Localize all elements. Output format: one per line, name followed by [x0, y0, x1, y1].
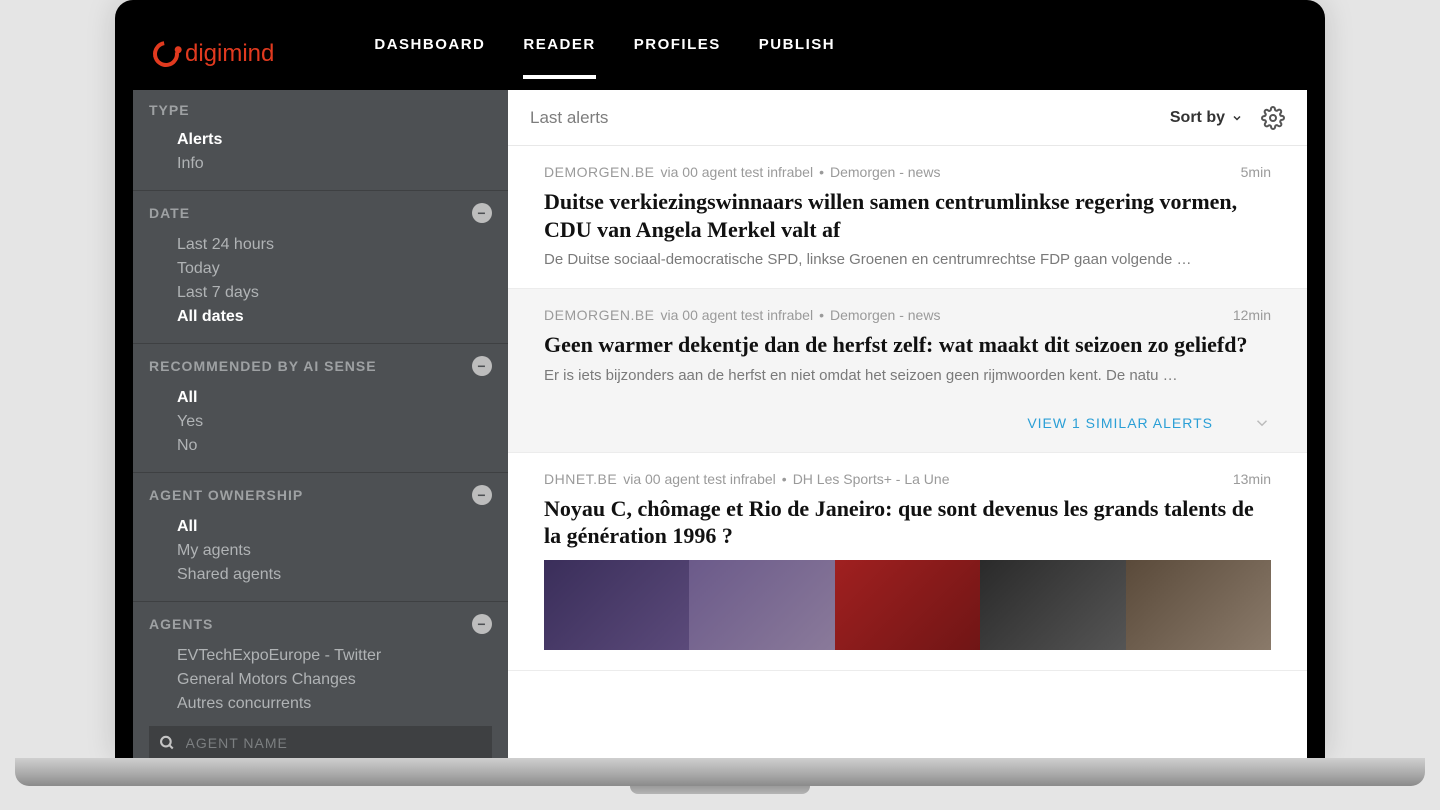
section-ai: RECOMMENDED BY AI SENSE − All Yes No [133, 344, 508, 473]
main-header: Last alerts Sort by [508, 90, 1307, 146]
article-timestamp: 12min [1233, 307, 1271, 323]
article-source: DHNET.BE [544, 471, 617, 487]
gear-icon[interactable] [1261, 106, 1285, 130]
filter-ai-no[interactable]: No [149, 434, 492, 458]
section-header-ownership: AGENT OWNERSHIP − [149, 485, 492, 505]
filter-date-today[interactable]: Today [149, 257, 492, 281]
image-placeholder [835, 560, 980, 650]
filter-type-alerts[interactable]: Alerts [149, 128, 492, 152]
nav-dashboard[interactable]: DASHBOARD [374, 36, 485, 73]
collapse-icon[interactable]: − [472, 614, 492, 634]
collapse-icon[interactable]: − [472, 485, 492, 505]
filter-date-all[interactable]: All dates [149, 305, 492, 329]
body-area: TYPE Alerts Info DATE − Last 24 hours To… [133, 90, 1307, 758]
similar-row: VIEW 1 SIMILAR ALERTS [544, 414, 1271, 432]
article-timestamp: 13min [1233, 471, 1271, 487]
laptop-frame: digimind DASHBOARD READER PROFILES PUBLI… [115, 0, 1325, 758]
section-title: AGENTS [149, 616, 213, 632]
article-category: Demorgen - news [830, 164, 941, 180]
article-source: DEMORGEN.BE [544, 307, 655, 323]
section-title: RECOMMENDED BY AI SENSE [149, 358, 377, 374]
section-header-date: DATE − [149, 203, 492, 223]
article-meta: DEMORGEN.BE via 00 agent test infrabel •… [544, 164, 1271, 180]
main-content: Last alerts Sort by [508, 90, 1307, 758]
article-card[interactable]: DHNET.BE via 00 agent test infrabel • DH… [508, 453, 1307, 671]
brand-name: digimind [185, 40, 274, 68]
article-via: via 00 agent test infrabel [623, 471, 776, 487]
agent-search-input[interactable] [186, 735, 482, 751]
laptop-base [15, 758, 1425, 786]
article-source: DEMORGEN.BE [544, 164, 655, 180]
view-similar-link[interactable]: VIEW 1 SIMILAR ALERTS [1027, 415, 1213, 431]
section-header-ai: RECOMMENDED BY AI SENSE − [149, 356, 492, 376]
search-icon [159, 734, 176, 752]
top-nav: digimind DASHBOARD READER PROFILES PUBLI… [133, 18, 1307, 90]
section-title: TYPE [149, 102, 190, 118]
brand-logo[interactable]: digimind [153, 40, 274, 68]
section-header-agents: AGENTS − [149, 614, 492, 634]
filter-type-info[interactable]: Info [149, 152, 492, 176]
article-card[interactable]: DEMORGEN.BE via 00 agent test infrabel •… [508, 146, 1307, 289]
nav-profiles[interactable]: PROFILES [634, 36, 721, 73]
sort-dropdown[interactable]: Sort by [1170, 109, 1243, 127]
agent-search [149, 726, 492, 758]
agent-item-gm[interactable]: General Motors Changes [149, 668, 492, 692]
filter-ai-all[interactable]: All [149, 386, 492, 410]
separator-dot: • [819, 164, 824, 180]
article-title: Noyau C, chômage et Rio de Janeiro: que … [544, 495, 1271, 550]
article-excerpt: Er is iets bijzonders aan de herfst en n… [544, 367, 1271, 384]
article-title: Geen warmer dekentje dan de herfst zelf:… [544, 331, 1271, 359]
separator-dot: • [819, 307, 824, 323]
article-meta: DEMORGEN.BE via 00 agent test infrabel •… [544, 307, 1271, 323]
sidebar: TYPE Alerts Info DATE − Last 24 hours To… [133, 90, 508, 758]
article-category: DH Les Sports+ - La Une [793, 471, 950, 487]
article-meta: DHNET.BE via 00 agent test infrabel • DH… [544, 471, 1271, 487]
filter-ai-yes[interactable]: Yes [149, 410, 492, 434]
filter-ownership-my[interactable]: My agents [149, 539, 492, 563]
separator-dot: • [782, 471, 787, 487]
article-timestamp: 5min [1241, 164, 1271, 180]
section-header-type: TYPE [149, 102, 492, 118]
article-via: via 00 agent test infrabel [661, 307, 814, 323]
article-excerpt: De Duitse sociaal-democratische SPD, lin… [544, 251, 1271, 268]
collapse-icon[interactable]: − [472, 203, 492, 223]
article-card[interactable]: DEMORGEN.BE via 00 agent test infrabel •… [508, 289, 1307, 453]
article-list: DEMORGEN.BE via 00 agent test infrabel •… [508, 146, 1307, 758]
header-actions: Sort by [1170, 106, 1285, 130]
image-placeholder [1126, 560, 1271, 650]
nav-reader[interactable]: READER [523, 36, 595, 73]
section-ownership: AGENT OWNERSHIP − All My agents Shared a… [133, 473, 508, 602]
image-placeholder [689, 560, 834, 650]
agent-item-evtech[interactable]: EVTechExpoEurope - Twitter [149, 644, 492, 668]
article-category: Demorgen - news [830, 307, 941, 323]
page-title: Last alerts [530, 108, 608, 128]
section-date: DATE − Last 24 hours Today Last 7 days A… [133, 191, 508, 344]
image-placeholder [980, 560, 1125, 650]
section-agents: AGENTS − EVTechExpoEurope - Twitter Gene… [133, 602, 508, 758]
nav-links: DASHBOARD READER PROFILES PUBLISH [374, 36, 835, 73]
filter-ownership-shared[interactable]: Shared agents [149, 563, 492, 587]
collapse-icon[interactable]: − [472, 356, 492, 376]
chevron-down-icon[interactable] [1253, 414, 1271, 432]
article-image [544, 560, 1271, 650]
image-placeholder [544, 560, 689, 650]
section-title: DATE [149, 205, 190, 221]
filter-date-7days[interactable]: Last 7 days [149, 281, 492, 305]
app-screen: digimind DASHBOARD READER PROFILES PUBLI… [133, 18, 1307, 758]
article-via: via 00 agent test infrabel [661, 164, 814, 180]
agent-item-autres[interactable]: Autres concurrents [149, 692, 492, 716]
sort-label: Sort by [1170, 109, 1225, 127]
logo-icon [148, 36, 184, 72]
section-title: AGENT OWNERSHIP [149, 487, 303, 503]
filter-date-24h[interactable]: Last 24 hours [149, 233, 492, 257]
article-title: Duitse verkiezingswinnaars willen samen … [544, 188, 1271, 243]
laptop-notch [630, 786, 810, 794]
chevron-down-icon [1231, 112, 1243, 124]
section-type: TYPE Alerts Info [133, 90, 508, 191]
nav-publish[interactable]: PUBLISH [759, 36, 835, 73]
filter-ownership-all[interactable]: All [149, 515, 492, 539]
